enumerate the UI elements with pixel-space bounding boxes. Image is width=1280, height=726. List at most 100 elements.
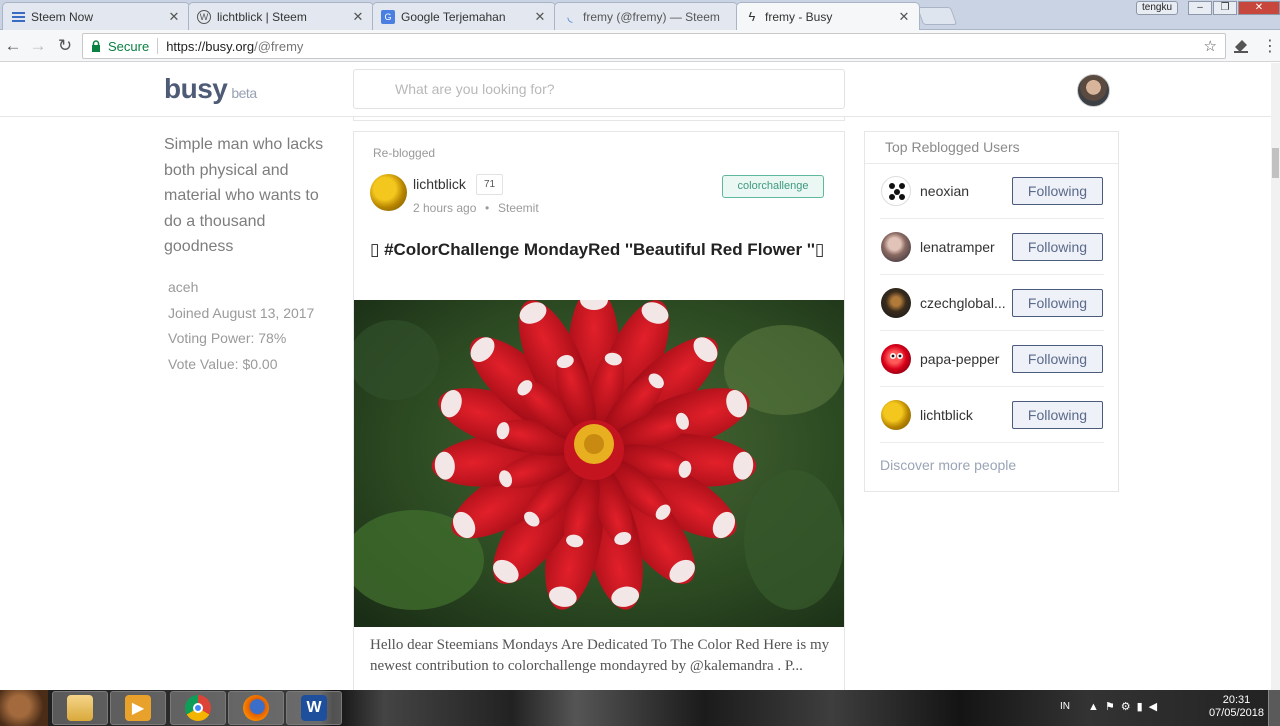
reload-icon[interactable]: ↻: [54, 35, 76, 57]
tab-google-terjemahan[interactable]: G Google Terjemahan ✕: [372, 2, 556, 30]
author-avatar[interactable]: [370, 174, 407, 211]
user-name[interactable]: lenatramper: [920, 239, 1010, 255]
media-player-icon: ▶: [125, 695, 151, 721]
tab-title: fremy (@fremy) — Steem: [583, 9, 720, 24]
window-close-icon[interactable]: ✕: [1238, 1, 1280, 15]
tray-icons[interactable]: ▲⚑⚙▮◀: [1088, 700, 1163, 713]
user-name[interactable]: lichtblick: [920, 407, 1010, 423]
previous-card-edge: [353, 117, 845, 121]
search-box: [353, 69, 845, 109]
bookmark-star-icon[interactable]: ☆: [1204, 37, 1217, 55]
word-icon: W: [301, 695, 327, 721]
address-bar[interactable]: Secure https://busy.org/@fremy ☆: [82, 33, 1226, 59]
taskbar-explorer[interactable]: [52, 691, 108, 725]
close-icon[interactable]: ✕: [167, 9, 181, 25]
post-image[interactable]: [354, 300, 844, 627]
user-name[interactable]: neoxian: [920, 183, 1010, 199]
show-desktop-button[interactable]: [1268, 690, 1280, 726]
windows-taskbar: ▶ W IN ▲⚑⚙▮◀ 20:31 07/05/2018: [0, 690, 1280, 726]
user-avatar[interactable]: [881, 400, 911, 430]
profile-badge[interactable]: tengku: [1136, 1, 1179, 15]
back-arrow-icon[interactable]: ←: [2, 35, 24, 57]
language-indicator[interactable]: IN: [1060, 701, 1070, 712]
user-name[interactable]: papa-pepper: [920, 351, 1010, 367]
user-row-lenatramper: lenatramper Following: [880, 219, 1104, 275]
forward-arrow-icon[interactable]: →: [27, 35, 49, 57]
tab-steem-now[interactable]: Steem Now ✕: [2, 2, 190, 30]
discover-more-link[interactable]: Discover more people: [880, 457, 1016, 473]
taskbar-firefox[interactable]: [228, 691, 284, 725]
following-button[interactable]: Following: [1012, 177, 1103, 205]
user-avatar[interactable]: [881, 232, 911, 262]
minimize-icon[interactable]: –: [1188, 1, 1212, 15]
meta-separator: •: [485, 201, 490, 215]
browser-tab-strip: Steem Now ✕ W lichtblick | Steem ✕ G Goo…: [0, 0, 1280, 30]
page-content: Simple man who lacks both physical and m…: [0, 117, 1280, 691]
wordpress-icon: W: [197, 9, 211, 24]
scrollbar-thumb[interactable]: [1272, 148, 1279, 178]
menu-kebab-icon[interactable]: ⋮: [1262, 36, 1278, 56]
clock-date: 07/05/2018: [1208, 707, 1264, 719]
user-avatar[interactable]: [881, 344, 911, 374]
tab-fremy-busy[interactable]: ϟ fremy - Busy ✕: [736, 2, 920, 30]
close-icon[interactable]: ✕: [351, 9, 365, 25]
following-button[interactable]: Following: [1012, 289, 1103, 317]
post-app: Steemit: [498, 201, 539, 215]
tab-lichtblick-steem[interactable]: W lichtblick | Steem ✕: [188, 2, 374, 30]
new-tab-button[interactable]: [916, 7, 958, 25]
tab-fremy-steem[interactable]: ◟ fremy (@fremy) — Steem: [554, 2, 738, 30]
sidebar-title: Top Reblogged Users: [885, 139, 1020, 155]
user-row-lichtblick: lichtblick Following: [880, 387, 1104, 443]
divider: [157, 38, 159, 54]
lock-icon: [91, 40, 103, 52]
eraser-extension-icon[interactable]: [1232, 37, 1250, 55]
clock[interactable]: 20:31 07/05/2018: [1209, 694, 1264, 720]
profile-joined: Joined August 13, 2017: [168, 304, 315, 321]
steem-icon: ◟: [567, 8, 573, 24]
tab-title: fremy - Busy: [765, 9, 833, 24]
author-name[interactable]: lichtblick: [413, 176, 466, 192]
profile-location: aceh: [168, 279, 199, 295]
site-header: busy beta: [0, 63, 1280, 117]
translate-icon: G: [381, 9, 395, 24]
profile-voting-power: Voting Power: 78%: [168, 330, 287, 346]
chrome-icon: [185, 695, 211, 721]
post-time[interactable]: 2 hours ago: [413, 201, 476, 215]
close-icon[interactable]: ✕: [897, 9, 911, 25]
user-avatar[interactable]: [881, 176, 911, 206]
reputation-badge: 71: [476, 174, 503, 195]
user-avatar[interactable]: [881, 288, 911, 318]
following-button[interactable]: Following: [1012, 233, 1103, 261]
taskbar-chrome[interactable]: [170, 691, 226, 725]
following-button[interactable]: Following: [1012, 345, 1103, 373]
tab-title: Google Terjemahan: [401, 9, 506, 24]
user-avatar[interactable]: [1077, 74, 1110, 107]
user-row-neoxian: neoxian Following: [880, 163, 1104, 219]
secure-label: Secure: [108, 38, 150, 54]
busy-logo[interactable]: busy beta: [164, 73, 257, 105]
tab-title: lichtblick | Steem: [217, 9, 307, 24]
url-host: https://busy.org: [166, 38, 255, 54]
profile-bio: Simple man who lacks both physical and m…: [164, 136, 324, 255]
post-title[interactable]: ▯ #ColorChallenge MondayRed ''Beautiful …: [370, 236, 830, 264]
following-button[interactable]: Following: [1012, 401, 1103, 429]
browser-toolbar: ← → ↻ Secure https://busy.org/@fremy ☆ ⋮: [0, 30, 1280, 62]
taskbar-media-player[interactable]: ▶: [110, 691, 166, 725]
maximize-icon[interactable]: ❐: [1213, 1, 1237, 15]
profile-vote-value: Vote Value: $0.00: [168, 355, 278, 372]
firefox-icon: [243, 695, 269, 721]
user-row-papa-pepper: papa-pepper Following: [880, 331, 1104, 387]
user-name[interactable]: czechglobal...: [920, 295, 1010, 311]
taskbar-word[interactable]: W: [286, 691, 342, 725]
profile-meta: aceh Joined August 13, 2017 Voting Power…: [168, 275, 314, 377]
post-body[interactable]: Hello dear Steemians Mondays Are Dedicat…: [370, 635, 830, 677]
close-icon[interactable]: ✕: [533, 9, 547, 25]
logo-beta: beta: [231, 85, 257, 101]
start-button[interactable]: [0, 690, 48, 726]
system-tray: IN ▲⚑⚙▮◀ 20:31 07/05/2018: [1052, 690, 1280, 726]
post-tag[interactable]: colorchallenge: [722, 175, 824, 198]
logo-text: busy: [164, 73, 228, 104]
bolt-icon: ϟ: [748, 9, 756, 24]
user-row-czechglobal: czechglobal... Following: [880, 275, 1104, 331]
search-input[interactable]: [354, 70, 844, 108]
